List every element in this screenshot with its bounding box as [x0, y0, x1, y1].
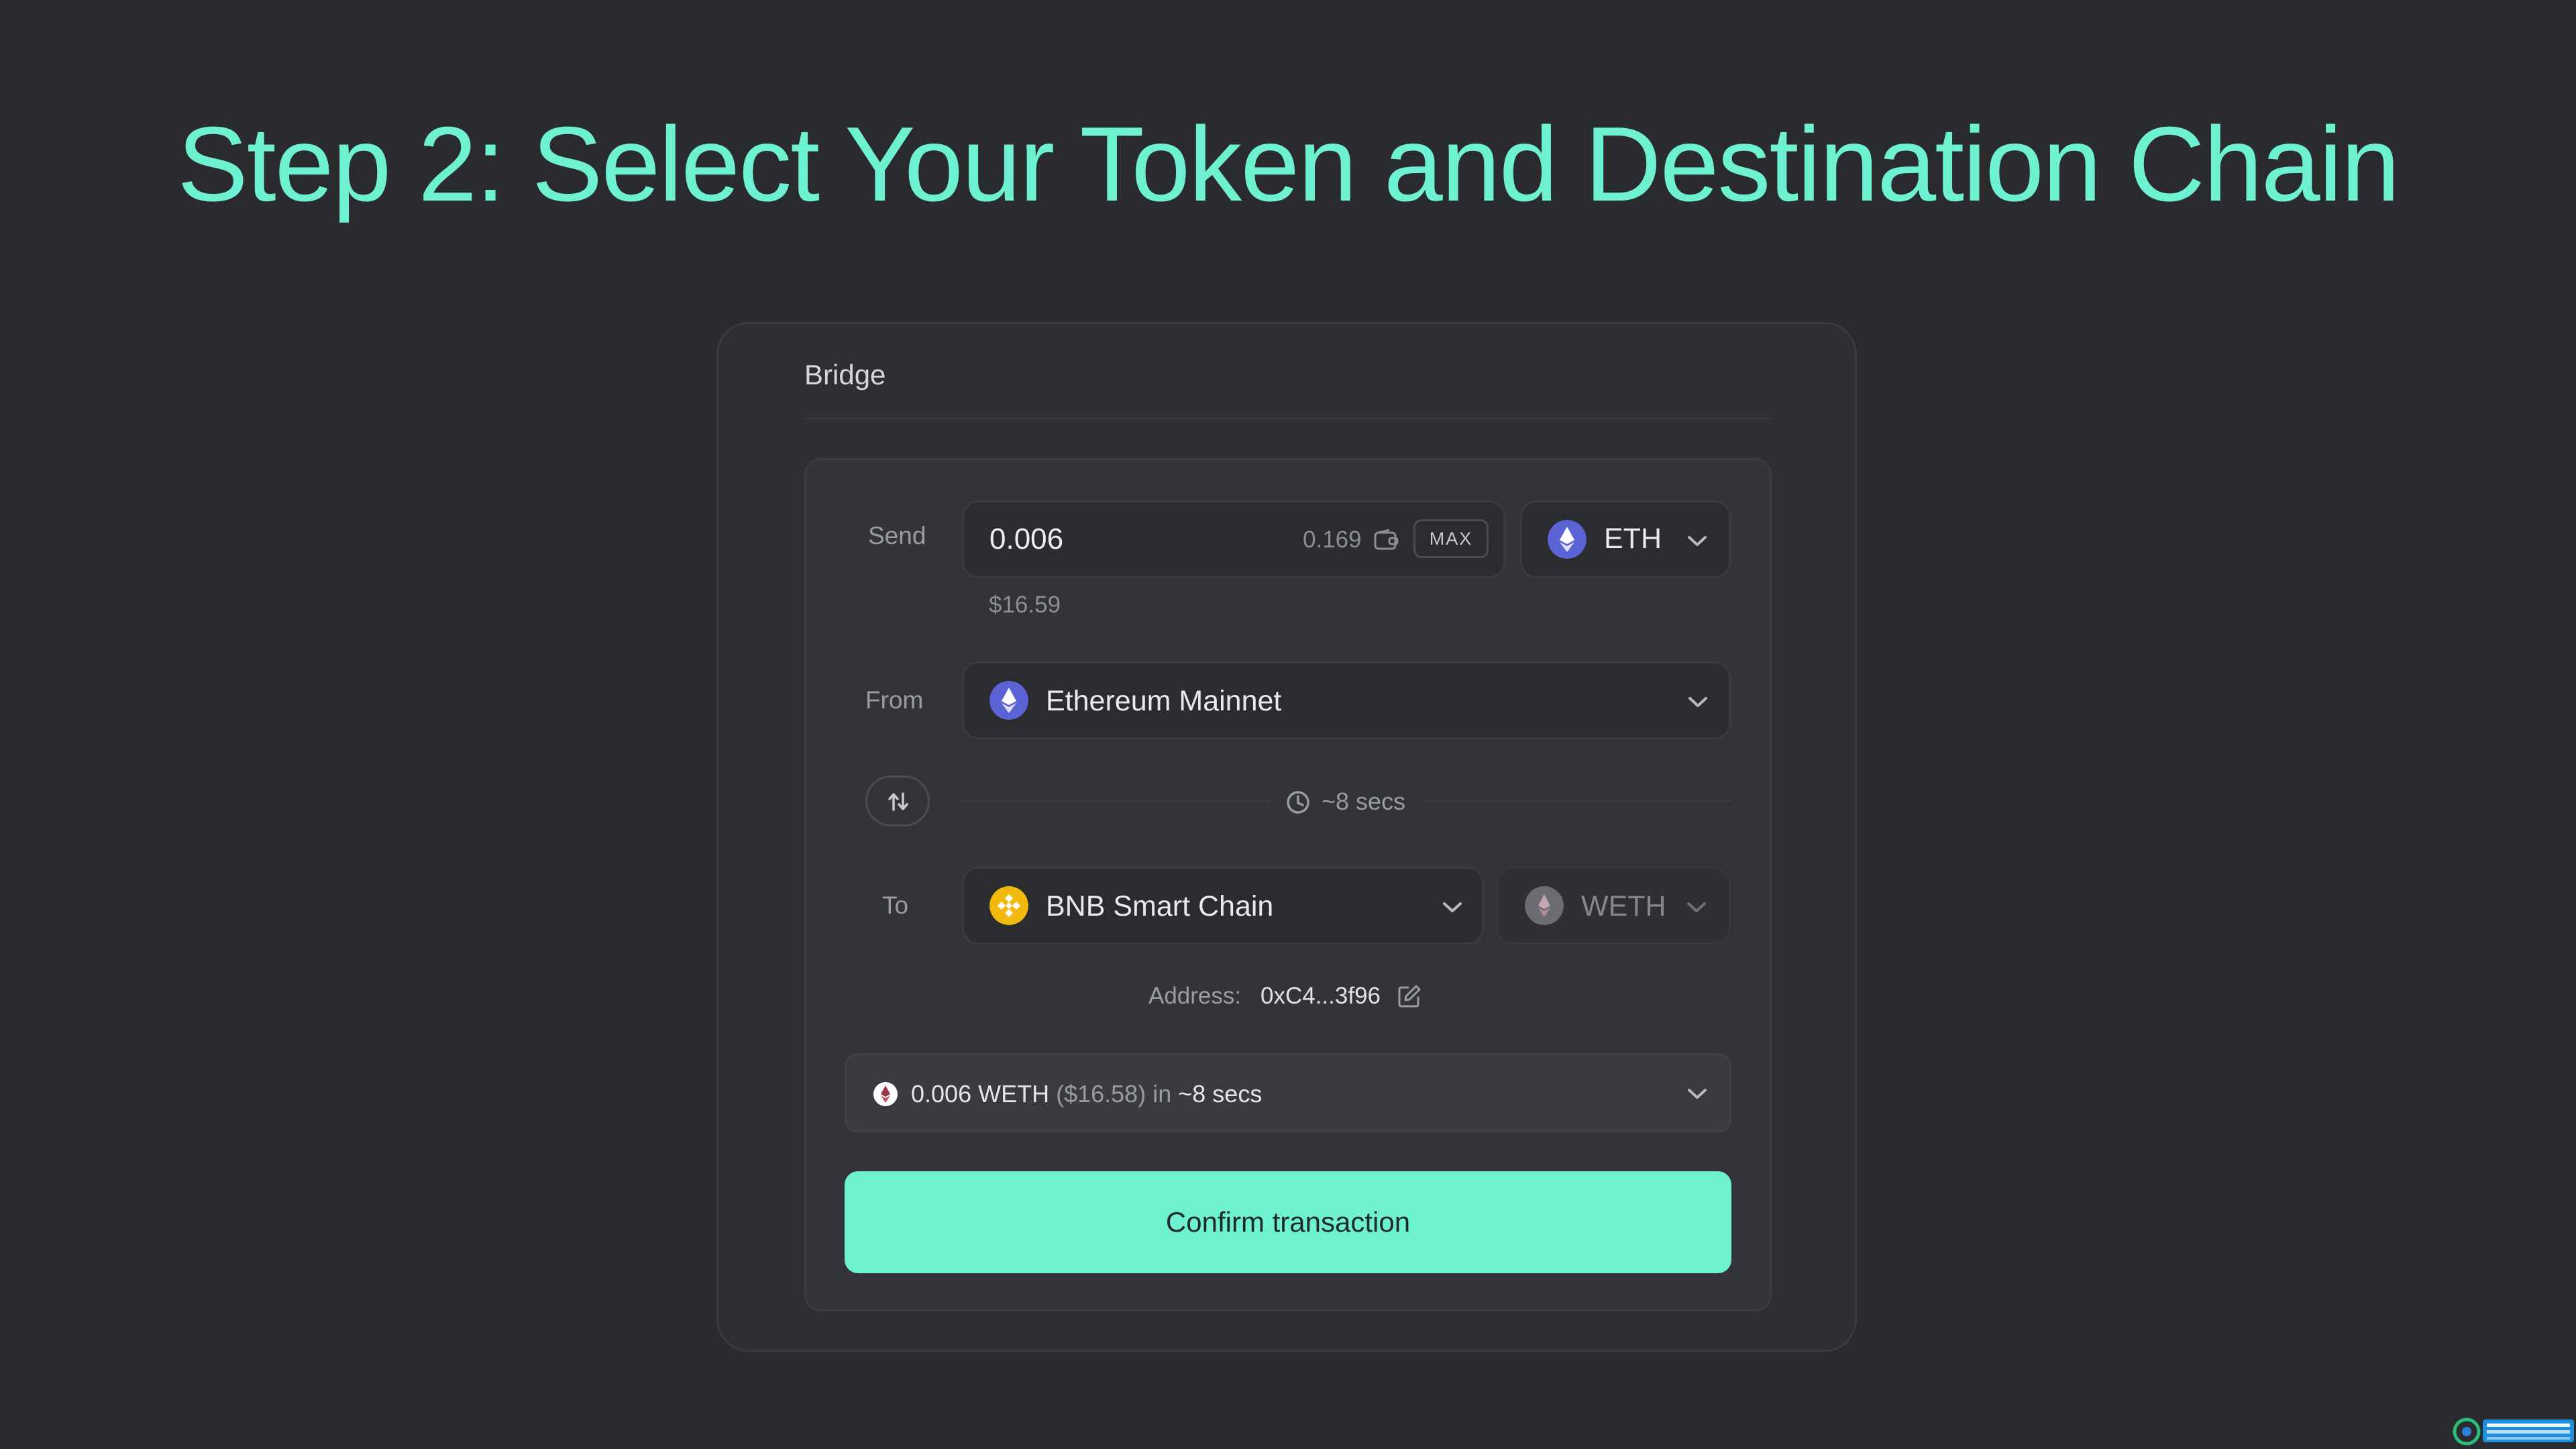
clock-icon [1287, 791, 1309, 814]
to-label: To [882, 892, 909, 919]
chevron-down-icon [1443, 902, 1462, 912]
summary-time: ~8 secs [1178, 1080, 1263, 1108]
divider [962, 800, 1271, 802]
send-amount-field[interactable]: 0.006 0.169 MAX [962, 500, 1505, 578]
recipient-address: 0xC4...3f96 [1260, 983, 1381, 1009]
chevron-down-icon [1688, 1089, 1707, 1099]
wallet-icon [1374, 529, 1399, 550]
estimated-time: ~8 secs [1322, 788, 1406, 815]
chevron-down-icon [1688, 697, 1707, 707]
confirm-transaction-button[interactable]: Confirm transaction [845, 1171, 1731, 1273]
page-headline: Step 2: Select Your Token and Destinatio… [177, 105, 2400, 223]
send-usd-value: $16.59 [989, 592, 1061, 618]
divider [804, 418, 1772, 419]
chevron-down-icon [1688, 536, 1707, 546]
from-chain-select[interactable]: Ethereum Mainnet [962, 661, 1731, 739]
route-summary[interactable]: 0.006 WETH ($16.58) in ~8 secs [845, 1053, 1731, 1132]
bridge-card: Bridge Send 0.006 0.169 MAX ETH $16.59 F… [716, 322, 1857, 1352]
summary-usd: ($16.58) [1056, 1080, 1146, 1108]
swap-arrows-icon [888, 792, 908, 811]
to-token-select[interactable]: WETH [1496, 867, 1731, 945]
edit-icon[interactable] [1397, 983, 1422, 1009]
swap-direction-button[interactable] [865, 775, 930, 826]
send-token-label: ETH [1604, 523, 1662, 555]
divider [1424, 800, 1731, 802]
wallet-balance: 0.169 [1303, 527, 1362, 553]
chevron-down-icon [1687, 902, 1706, 912]
ethereum-icon [1548, 520, 1587, 559]
send-token-select[interactable]: ETH [1520, 500, 1731, 578]
address-label: Address: [1148, 983, 1242, 1009]
to-token-label: WETH [1581, 890, 1666, 922]
weth-icon [1525, 886, 1564, 925]
bridge-title: Bridge [804, 359, 886, 390]
to-chain-select[interactable]: BNB Smart Chain [962, 867, 1484, 945]
summary-text: 0.006 WETH ($16.58) in ~8 secs [911, 1080, 1262, 1108]
ethereum-icon [989, 681, 1028, 720]
summary-connector: in [1152, 1080, 1172, 1108]
bridge-form: Send 0.006 0.169 MAX ETH $16.59 From Eth… [804, 458, 1772, 1311]
summary-amount: 0.006 WETH [911, 1080, 1050, 1108]
to-chain-label: BNB Smart Chain [1046, 890, 1274, 922]
page: Step 2: Select Your Token and Destinatio… [0, 0, 2576, 1449]
bnb-icon [989, 886, 1028, 925]
from-label: From [865, 686, 924, 714]
send-amount-input[interactable]: 0.006 [989, 523, 1063, 556]
watermark-logo [2453, 1417, 2574, 1446]
send-label: Send [868, 522, 926, 549]
from-chain-label: Ethereum Mainnet [1046, 685, 1282, 717]
weth-icon [873, 1082, 898, 1106]
max-button[interactable]: MAX [1413, 519, 1489, 558]
